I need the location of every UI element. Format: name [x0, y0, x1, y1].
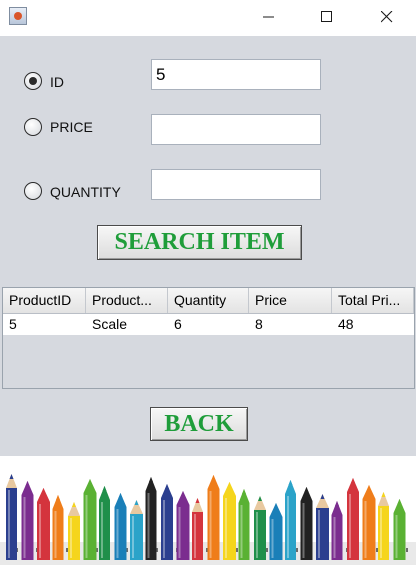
- pencil: [192, 498, 203, 560]
- pencil: [316, 494, 329, 560]
- column-header-product-id[interactable]: ProductID: [3, 288, 86, 313]
- radio-price[interactable]: [24, 118, 42, 136]
- pencil: [99, 486, 110, 560]
- minimize-button[interactable]: [246, 0, 292, 34]
- table-header: ProductID Product... Quantity Price Tota…: [3, 288, 414, 314]
- pencil: [347, 478, 359, 560]
- pencil: [378, 492, 389, 560]
- cell-product-id: 5: [9, 316, 17, 332]
- close-button[interactable]: [364, 0, 410, 34]
- pencil: [331, 501, 343, 560]
- ruler-tick: [406, 548, 408, 552]
- pencil: [114, 493, 127, 560]
- pencil: [269, 503, 283, 560]
- price-field[interactable]: [151, 114, 321, 145]
- column-header-price[interactable]: Price: [249, 288, 332, 313]
- cell-total-price: 48: [338, 316, 354, 332]
- title-bar: [0, 0, 416, 36]
- ruler-tick: [236, 548, 238, 552]
- pencil: [130, 500, 143, 560]
- pencil: [6, 474, 17, 560]
- radio-quantity[interactable]: [24, 182, 42, 200]
- cell-price: 8: [255, 316, 263, 332]
- pencil: [285, 480, 296, 560]
- quantity-field[interactable]: [151, 169, 321, 200]
- search-item-button[interactable]: SEARCH ITEM: [97, 225, 302, 260]
- column-header-product-name[interactable]: Product...: [86, 288, 168, 313]
- pencil: [254, 496, 266, 560]
- maximize-icon: [321, 11, 332, 22]
- cell-product-name: Scale: [92, 316, 128, 332]
- maximize-button[interactable]: [304, 0, 350, 34]
- radio-quantity-label: QUANTITY: [50, 184, 121, 200]
- table-row[interactable]: 5 Scale 6 8 48: [3, 314, 414, 335]
- java-app-icon: [9, 7, 27, 25]
- radio-price-label: PRICE: [50, 119, 93, 135]
- ruler-tick: [266, 548, 268, 552]
- colored-pencils-image: [0, 474, 416, 565]
- pencil: [300, 487, 313, 560]
- ruler-tick: [376, 548, 378, 552]
- pencil: [393, 499, 406, 560]
- column-header-total-price[interactable]: Total Pri...: [332, 288, 414, 313]
- id-field[interactable]: [151, 59, 321, 90]
- pencil: [145, 477, 157, 560]
- results-table: ProductID Product... Quantity Price Tota…: [2, 287, 415, 389]
- pencil: [161, 484, 173, 560]
- pencil: [21, 481, 34, 560]
- pencil: [52, 495, 64, 560]
- banner-image: [0, 456, 416, 565]
- pencil: [207, 475, 220, 560]
- pencil: [362, 485, 376, 560]
- pencil: [223, 482, 236, 560]
- close-icon: [381, 11, 393, 23]
- column-header-quantity[interactable]: Quantity: [168, 288, 249, 313]
- ruler-tick: [66, 548, 68, 552]
- pencil: [37, 488, 50, 560]
- cell-quantity: 6: [174, 316, 182, 332]
- radio-id[interactable]: [24, 72, 42, 90]
- pencil: [176, 491, 190, 560]
- back-button[interactable]: BACK: [150, 407, 248, 441]
- pencil: [238, 489, 250, 560]
- pencil: [83, 479, 97, 560]
- minimize-icon: [263, 16, 274, 18]
- pencil: [68, 502, 80, 560]
- ruler-tick: [296, 548, 298, 552]
- radio-id-label: ID: [50, 74, 64, 90]
- radio-selected-dot: [29, 77, 37, 85]
